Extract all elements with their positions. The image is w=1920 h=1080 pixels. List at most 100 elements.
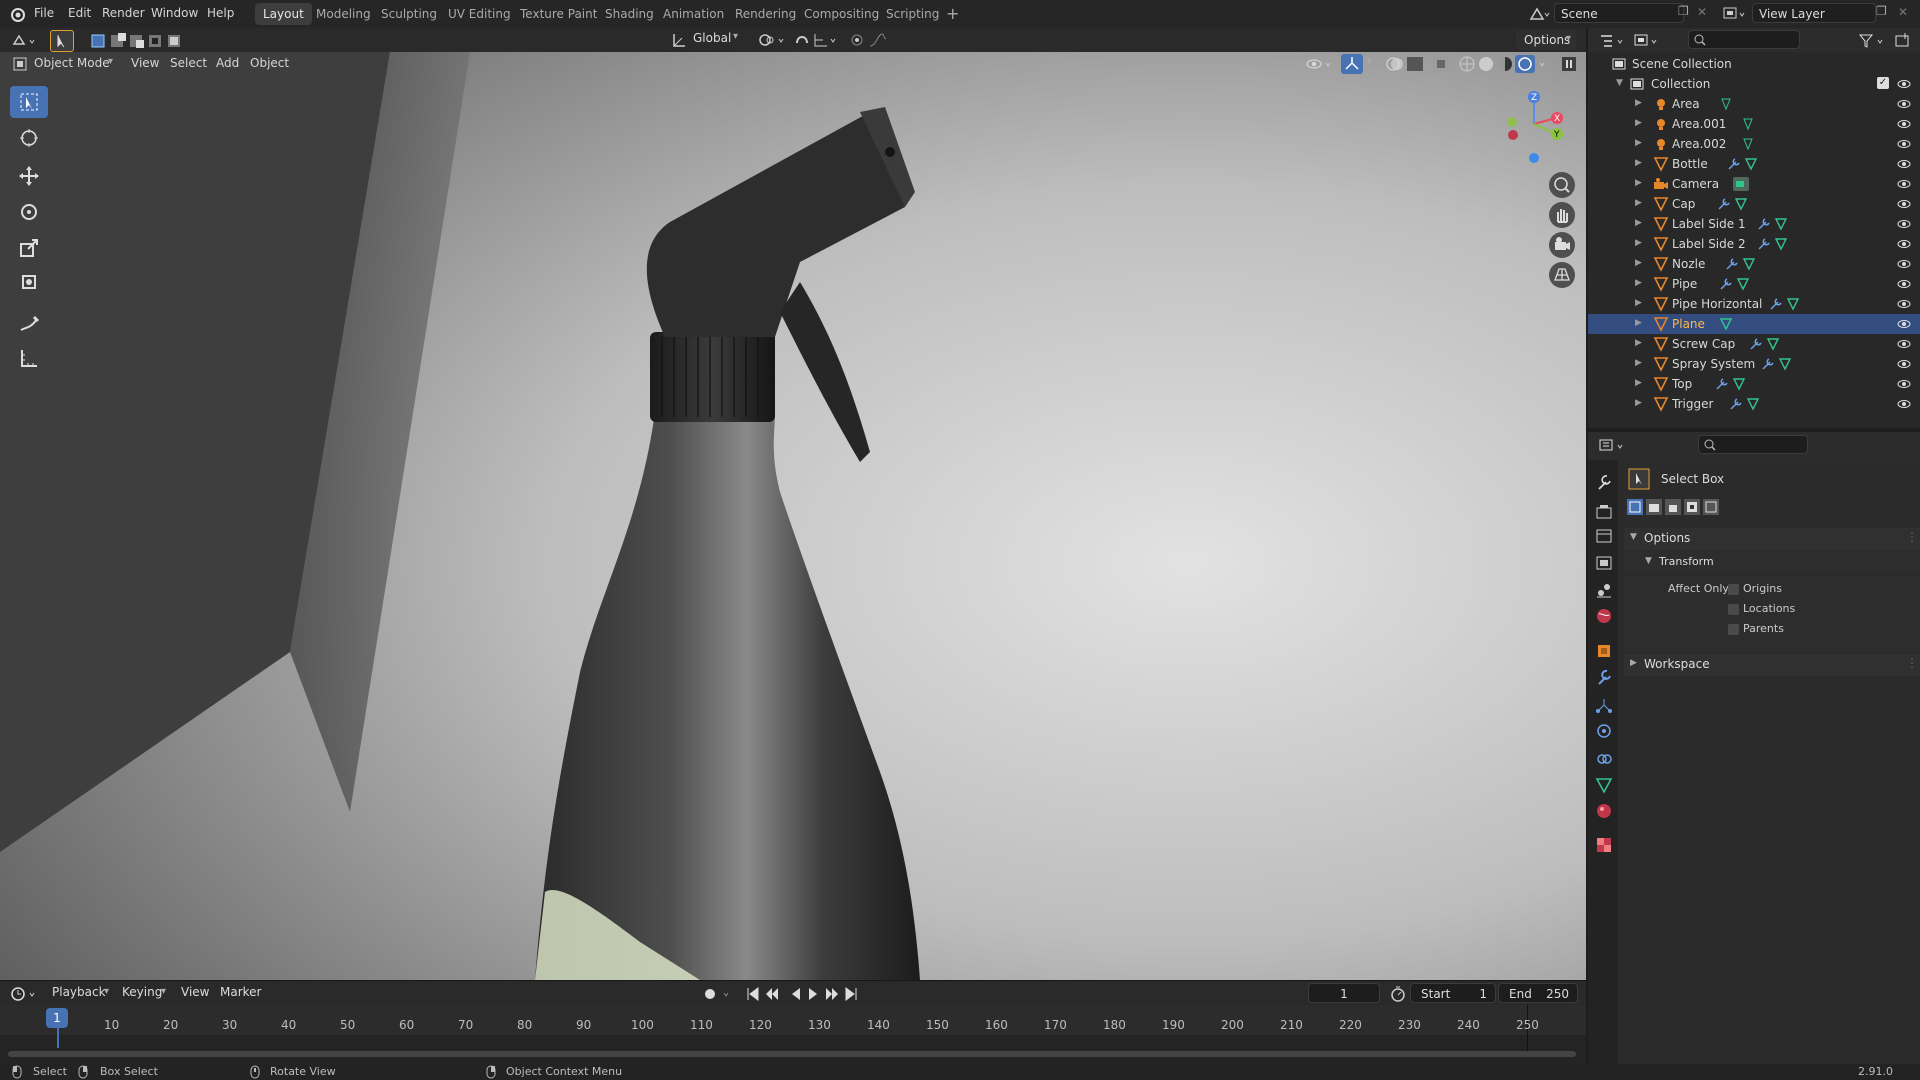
eye-icon[interactable] — [1896, 256, 1912, 272]
outliner-item-area[interactable]: ▶ Area — [1588, 94, 1920, 114]
start-frame-field[interactable]: Start 1 — [1410, 983, 1496, 1003]
camera-data-icon[interactable] — [1732, 176, 1750, 192]
modifier-wrench-icon[interactable] — [1716, 196, 1750, 212]
outliner-item-trigger[interactable]: ▶ Trigger — [1588, 394, 1920, 414]
outliner-item-area-001[interactable]: ▶ Area.001 — [1588, 114, 1920, 134]
collection-checkbox-icon[interactable]: ✓ — [1877, 77, 1889, 89]
eye-icon[interactable] — [1896, 216, 1912, 232]
tool-mode-icons[interactable] — [1626, 498, 1722, 516]
modifier-wrench-icon[interactable] — [1726, 156, 1760, 172]
3d-viewport[interactable] — [0, 52, 1586, 980]
view-layer-close-icon[interactable]: ✕ — [1898, 5, 1908, 19]
modifier-tab-icon[interactable] — [1595, 668, 1613, 686]
pivot-point-icon[interactable] — [757, 31, 789, 49]
selection-mode-icons[interactable] — [90, 32, 186, 50]
mode-select[interactable]: Object Mode — [34, 56, 110, 70]
output-tab-icon[interactable] — [1595, 527, 1613, 545]
viewport-menu-select[interactable]: Select — [170, 56, 207, 70]
constraints-tab-icon[interactable] — [1595, 750, 1613, 768]
light-data-icon[interactable] — [1718, 96, 1734, 112]
eye-icon[interactable] — [1896, 376, 1912, 392]
tab-rendering[interactable]: Rendering — [727, 3, 804, 25]
active-tool-button[interactable] — [50, 30, 74, 52]
viewport-menu-view[interactable]: View — [131, 56, 159, 70]
snap-icon[interactable] — [793, 31, 841, 49]
menu-edit[interactable]: Edit — [68, 6, 91, 20]
viewport-menu-add[interactable]: Add — [216, 56, 239, 70]
end-frame-field[interactable]: End 250 — [1498, 983, 1578, 1003]
tab-sculpting[interactable]: Sculpting — [373, 3, 445, 25]
outliner-item-screw-cap[interactable]: ▶ Screw Cap — [1588, 334, 1920, 354]
outliner-item-spray-system[interactable]: ▶ Spray System — [1588, 354, 1920, 374]
sidebar-toggle-icon[interactable] — [1560, 55, 1578, 73]
modifier-wrench-icon[interactable] — [1756, 236, 1790, 252]
transform-orientation-select[interactable]: Global — [693, 31, 731, 45]
outliner-item-nozle[interactable]: ▶ Nozle — [1588, 254, 1920, 274]
xray-icon[interactable] — [1432, 55, 1450, 73]
tool-annotate[interactable] — [10, 308, 48, 340]
editor-type-icon[interactable] — [10, 32, 40, 50]
eye-icon[interactable] — [1896, 136, 1912, 152]
overlays-icon[interactable] — [1385, 55, 1425, 73]
tab-texture-paint[interactable]: Texture Paint — [512, 3, 605, 25]
eye-icon[interactable] — [1896, 316, 1912, 332]
proportional-editing-icon[interactable] — [850, 31, 900, 49]
tab-scripting[interactable]: Scripting — [878, 3, 947, 25]
expand-arrow-icon[interactable]: ▼ — [1616, 78, 1623, 88]
tool-transform[interactable] — [10, 266, 48, 298]
playback-controls[interactable] — [746, 985, 862, 1003]
viewport-menu-object[interactable]: Object — [250, 56, 289, 70]
options-button[interactable]: Options ▾ — [1516, 30, 1576, 50]
outliner-item-pipe[interactable]: ▶ Pipe — [1588, 274, 1920, 294]
tool-select-box[interactable] — [10, 86, 48, 118]
collection-row[interactable]: ▼ Collection ✓ — [1588, 74, 1920, 94]
expand-arrow-icon[interactable]: ▶ — [1635, 198, 1642, 208]
outliner-item-pipe-horizontal[interactable]: ▶ Pipe Horizontal — [1588, 294, 1920, 314]
outliner-editor-icon[interactable] — [1598, 32, 1628, 50]
timeline-menu-view[interactable]: View — [181, 985, 209, 999]
expand-arrow-icon[interactable]: ▶ — [1635, 98, 1642, 108]
object-tab-icon[interactable] — [1595, 642, 1613, 660]
timeline-menu-marker[interactable]: Marker — [220, 985, 261, 999]
outliner-item-label-side-2[interactable]: ▶ Label Side 2 — [1588, 234, 1920, 254]
drag-handle-icon[interactable]: ⋮ — [1906, 530, 1918, 544]
tab-modeling[interactable]: Modeling — [308, 3, 379, 25]
timeline-menu-keying[interactable]: Keying — [122, 985, 162, 999]
eye-icon[interactable] — [1896, 176, 1912, 192]
expand-arrow-icon[interactable]: ▶ — [1635, 338, 1642, 348]
expand-arrow-icon[interactable]: ▶ — [1635, 378, 1642, 388]
expand-arrow-icon[interactable]: ▶ — [1635, 398, 1642, 408]
scene-name-field[interactable]: Scene — [1554, 3, 1684, 23]
modifier-wrench-icon[interactable] — [1728, 396, 1762, 412]
eye-icon[interactable] — [1896, 116, 1912, 132]
workspace-panel-header[interactable]: ▶ Workspace ⋮ — [1624, 654, 1920, 676]
expand-arrow-icon[interactable]: ▶ — [1635, 298, 1642, 308]
view-layer-icon[interactable] — [1722, 5, 1748, 23]
tool-measure[interactable] — [10, 342, 48, 374]
tool-scale[interactable] — [10, 232, 48, 264]
eye-icon[interactable] — [1896, 236, 1912, 252]
expand-arrow-icon[interactable]: ▶ — [1635, 278, 1642, 288]
material-tab-icon[interactable] — [1595, 802, 1613, 820]
new-collection-icon[interactable] — [1894, 32, 1912, 50]
add-workspace-icon[interactable]: + — [946, 4, 959, 23]
timeline-editor-icon[interactable] — [10, 985, 40, 1003]
scene-selector-icon[interactable] — [1528, 5, 1550, 23]
parents-checkbox[interactable]: Parents — [1728, 622, 1784, 635]
view-layer-copy-icon[interactable]: ❐ — [1876, 4, 1887, 18]
zoom-button[interactable] — [1549, 172, 1575, 198]
transform-subpanel-header[interactable]: ▼ Transform — [1624, 552, 1920, 574]
eye-icon[interactable] — [1896, 276, 1912, 292]
modifier-wrench-icon[interactable] — [1768, 296, 1802, 312]
tool-move[interactable] — [10, 160, 48, 192]
eye-icon[interactable] — [1896, 356, 1912, 372]
tab-compositing[interactable]: Compositing — [796, 3, 887, 25]
outliner-item-cap[interactable]: ▶ Cap — [1588, 194, 1920, 214]
outliner-item-top[interactable]: ▶ Top — [1588, 374, 1920, 394]
keyframe-area[interactable] — [0, 1035, 1586, 1065]
eye-icon[interactable] — [1896, 96, 1912, 112]
modifier-wrench-icon[interactable] — [1724, 256, 1758, 272]
pan-button[interactable] — [1549, 202, 1575, 228]
tool-cursor[interactable] — [10, 122, 48, 154]
menu-file[interactable]: File — [34, 6, 54, 20]
